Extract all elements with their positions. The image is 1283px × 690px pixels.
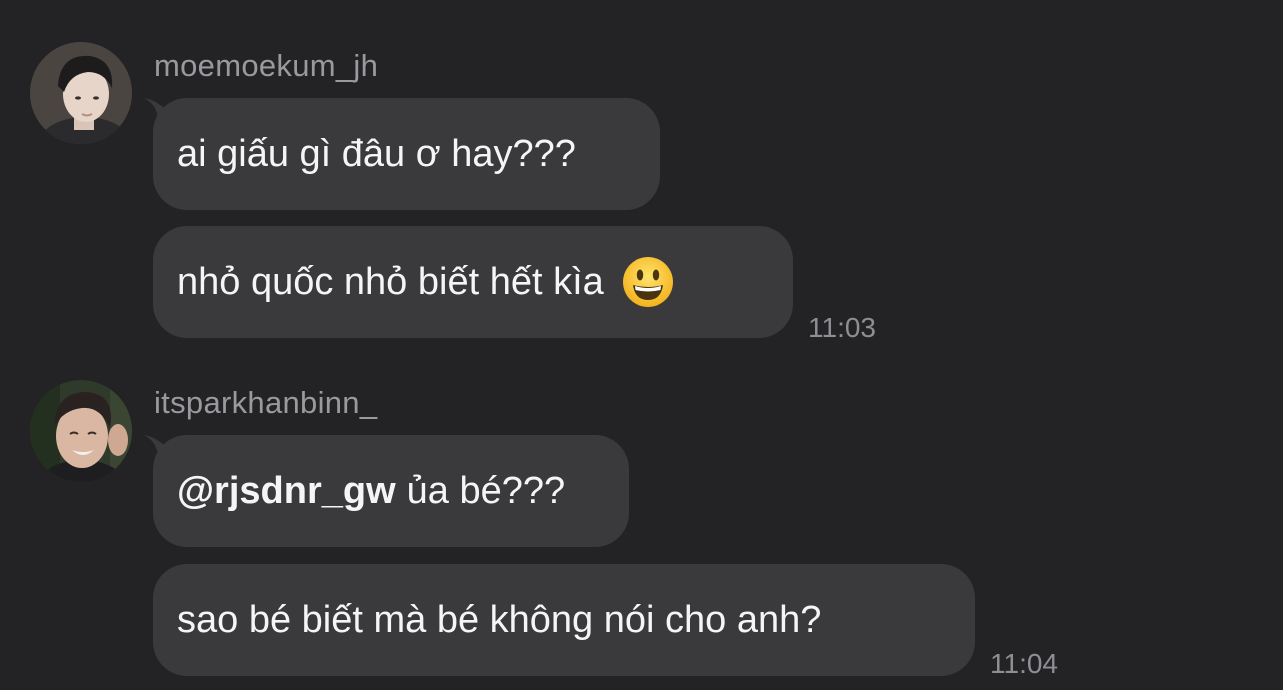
grinning-face-emoji-icon <box>622 257 673 307</box>
avatar[interactable] <box>30 380 132 482</box>
message-text: ủa bé??? <box>406 469 566 512</box>
sender-username[interactable]: itsparkhanbinn_ <box>154 385 377 421</box>
message-text: ai giấu gì đâu ơ hay??? <box>177 132 576 175</box>
message-bubble[interactable]: ai giấu gì đâu ơ hay??? <box>153 98 660 210</box>
message-timestamp: 11:03 <box>808 312 876 343</box>
avatar[interactable] <box>30 42 132 144</box>
message-bubble[interactable]: sao bé biết mà bé không nói cho anh? <box>153 564 975 676</box>
message-text: sao bé biết mà bé không nói cho anh? <box>177 598 822 641</box>
message-bubble[interactable]: @rjsdnr_gw ủa bé??? <box>153 435 629 547</box>
avatar-photo <box>30 380 132 482</box>
avatar-photo <box>30 42 132 144</box>
message-bubble[interactable]: nhỏ quốc nhỏ biết hết kìa <box>153 226 793 338</box>
chat-thread: moemoekum_jh ai giấu gì đâu ơ hay??? nhỏ… <box>0 0 1283 690</box>
message-text: nhỏ quốc nhỏ biết hết kìa <box>177 260 604 303</box>
user-mention[interactable]: @rjsdnr_gw <box>177 470 396 513</box>
sender-username[interactable]: moemoekum_jh <box>154 48 378 84</box>
message-timestamp: 11:04 <box>990 648 1058 679</box>
